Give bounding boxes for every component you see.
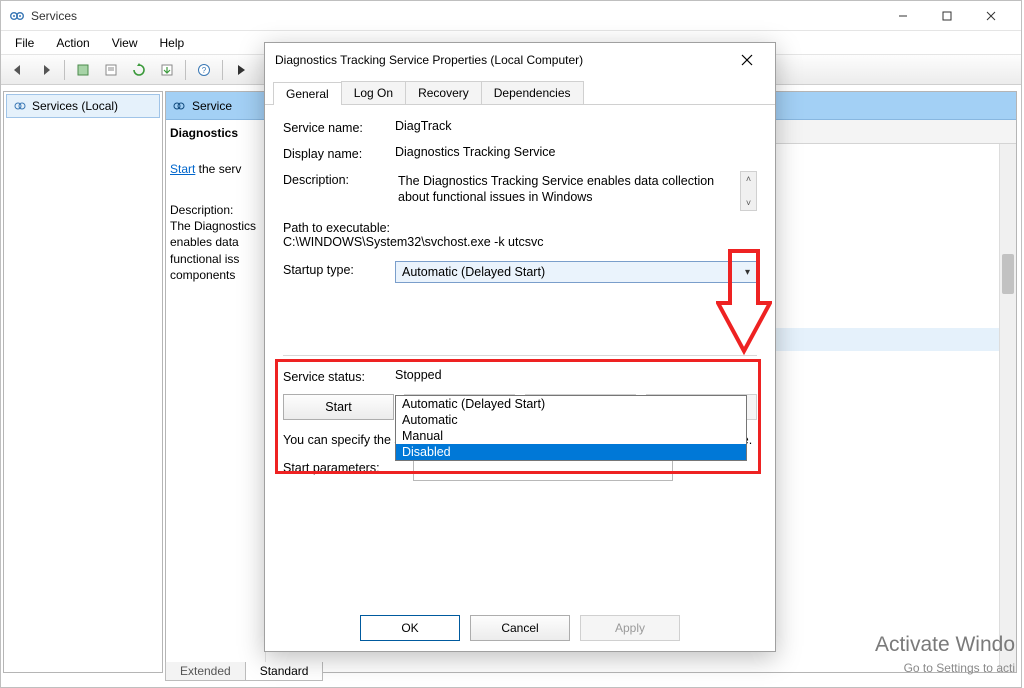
startup-type-select[interactable]: Automatic (Delayed Start) ▾: [395, 261, 757, 283]
label-service-name: Service name:: [283, 119, 395, 135]
window-title: Services: [31, 9, 881, 23]
tab-logon[interactable]: Log On: [341, 81, 406, 104]
menu-file[interactable]: File: [5, 34, 44, 52]
dialog-title: Diagnostics Tracking Service Properties …: [275, 53, 729, 67]
close-button[interactable]: [969, 2, 1013, 30]
forward-button[interactable]: [33, 58, 59, 82]
apply-button: Apply: [580, 615, 680, 641]
watermark: Activate Windo: [875, 633, 1015, 657]
svg-text:?: ?: [202, 66, 207, 75]
label-path: Path to executable:: [283, 221, 757, 235]
cancel-button[interactable]: Cancel: [470, 615, 570, 641]
dialog-title-bar: Diagnostics Tracking Service Properties …: [265, 43, 775, 77]
start-link[interactable]: Start: [170, 162, 195, 176]
tab-general[interactable]: General: [273, 82, 342, 105]
play-icon[interactable]: [228, 58, 254, 82]
table-scrollbar[interactable]: [999, 144, 1016, 672]
back-button[interactable]: [5, 58, 31, 82]
label-start-params: Start parameters:: [283, 459, 413, 475]
service-properties-dialog: Diagnostics Tracking Service Properties …: [264, 42, 776, 652]
value-service-status: Stopped: [395, 368, 757, 382]
watermark-sub: Go to Settings to acti: [904, 661, 1015, 675]
startup-option[interactable]: Manual: [396, 428, 746, 444]
label-display-name: Display name:: [283, 145, 395, 161]
services-header-label: Service: [192, 99, 232, 113]
tab-dependencies[interactable]: Dependencies: [481, 81, 584, 104]
dialog-close-button[interactable]: [729, 46, 765, 74]
title-bar: Services: [1, 1, 1021, 31]
divider: [283, 355, 757, 356]
startup-type-dropdown: Automatic (Delayed Start) Automatic Manu…: [395, 395, 747, 461]
properties-icon[interactable]: [70, 58, 96, 82]
dialog-tabs: General Log On Recovery Dependencies: [265, 77, 775, 105]
startup-option-disabled[interactable]: Disabled: [396, 444, 746, 460]
start-button[interactable]: Start: [283, 394, 394, 420]
maximize-button[interactable]: [925, 2, 969, 30]
detail-title: Diagnostics: [170, 126, 238, 140]
services-app-icon: [9, 8, 25, 24]
minimize-button[interactable]: [881, 2, 925, 30]
toolbar-separator: [64, 60, 65, 80]
scroll-down-icon[interactable]: ˅: [746, 198, 751, 208]
value-service-name: DiagTrack: [395, 119, 757, 133]
toolbar-separator: [185, 60, 186, 80]
start-suffix: the serv: [195, 162, 241, 176]
startup-selected-value: Automatic (Delayed Start): [402, 265, 545, 279]
services-icon: [13, 99, 27, 113]
scrollbar-thumb[interactable]: [1002, 254, 1014, 294]
export-list-icon[interactable]: [154, 58, 180, 82]
services-icon: [172, 99, 186, 113]
label-description: Description:: [283, 171, 395, 187]
window-controls: [881, 2, 1013, 30]
value-description: The Diagnostics Tracking Service enables…: [395, 171, 740, 211]
refresh-icon[interactable]: [126, 58, 152, 82]
chevron-down-icon: ▾: [745, 267, 750, 278]
tab-standard[interactable]: Standard: [245, 662, 324, 681]
detail-desc-label: Description:: [170, 203, 233, 217]
service-detail: Diagnostics Start the serv Description: …: [166, 120, 266, 672]
tab-recovery[interactable]: Recovery: [405, 81, 482, 104]
start-params-input[interactable]: [413, 459, 673, 481]
menu-help[interactable]: Help: [150, 34, 195, 52]
scroll-up-icon[interactable]: ˄: [746, 174, 751, 184]
tree-pane: Services (Local): [3, 91, 163, 673]
startup-option[interactable]: Automatic (Delayed Start): [396, 396, 746, 412]
label-startup-type: Startup type:: [283, 261, 395, 277]
menu-action[interactable]: Action: [46, 34, 99, 52]
tree-root-label: Services (Local): [32, 99, 118, 113]
help-icon[interactable]: ?: [191, 58, 217, 82]
ok-button[interactable]: OK: [360, 615, 460, 641]
detail-desc-text: The Diagnostics enables data functional …: [170, 219, 256, 282]
startup-option[interactable]: Automatic: [396, 412, 746, 428]
label-service-status: Service status:: [283, 368, 395, 384]
export-icon[interactable]: [98, 58, 124, 82]
tab-extended[interactable]: Extended: [165, 662, 245, 681]
value-path: C:\WINDOWS\System32\svchost.exe -k utcsv…: [283, 235, 757, 249]
tree-root-services[interactable]: Services (Local): [6, 94, 160, 118]
bottom-tabs: Extended Standard: [165, 662, 323, 681]
value-display-name: Diagnostics Tracking Service: [395, 145, 757, 159]
menu-view[interactable]: View: [102, 34, 148, 52]
description-scroll[interactable]: ˄ ˅: [740, 171, 757, 211]
toolbar-separator: [222, 60, 223, 80]
